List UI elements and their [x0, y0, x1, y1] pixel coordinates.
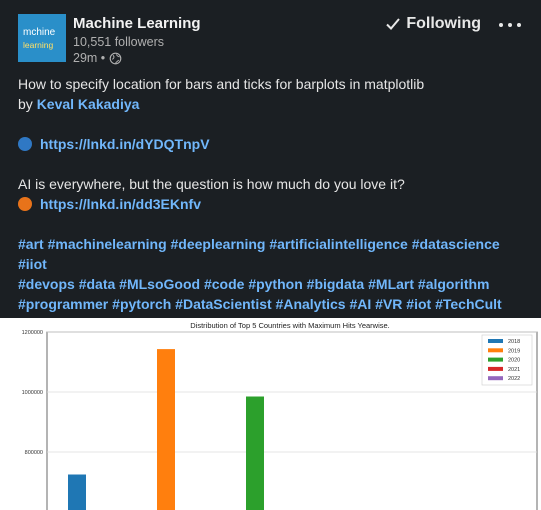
- ellipsis-dot-icon: [517, 23, 521, 27]
- hashtag-link[interactable]: #VR: [375, 296, 402, 312]
- hashtag-link[interactable]: #iiot: [18, 256, 47, 272]
- blue-circle-icon: [18, 137, 32, 151]
- ellipsis-dot-icon: [508, 23, 512, 27]
- hashtag-link[interactable]: #DataScientist: [175, 296, 271, 312]
- legend-label: 2022: [508, 376, 520, 382]
- hashtag-link[interactable]: #code: [204, 276, 244, 292]
- bar-2020: [246, 396, 264, 510]
- hashtag-line: #art #machinelearning #deeplearning #art…: [18, 234, 523, 274]
- legend-swatch: [488, 357, 503, 362]
- bar-chart: Distribution of Top 5 Countries with Max…: [22, 321, 538, 510]
- hashtag-link[interactable]: #MLsoGood: [119, 276, 200, 292]
- logo-text-top: mchine: [23, 27, 56, 38]
- ellipsis-dot-icon: [499, 23, 503, 27]
- post-line-link1: https://lnkd.in/dYDQTnpV: [18, 134, 523, 154]
- hashtag-link[interactable]: #artificialintelligence: [269, 236, 408, 252]
- hashtag-link[interactable]: #data: [79, 276, 116, 292]
- following-label: Following: [406, 15, 481, 32]
- follower-count: 10,551 followers: [73, 35, 165, 49]
- chart-grid: [46, 331, 538, 510]
- post-body: How to specify location for bars and tic…: [18, 74, 523, 334]
- hashtag-link[interactable]: #MLart: [368, 276, 414, 292]
- link-1[interactable]: https://lnkd.in/dYDQTnpV: [40, 136, 210, 152]
- hashtag-link[interactable]: #pytorch: [112, 296, 171, 312]
- post-line-question: AI is everywhere, but the question is ho…: [18, 176, 405, 192]
- machine-learning-logo-icon: mchine learning: [23, 27, 56, 50]
- legend-swatch: [488, 366, 503, 371]
- globe-icon: [109, 52, 122, 64]
- hashtag-link[interactable]: #machinelearning: [48, 236, 167, 252]
- following-button[interactable]: Following: [385, 15, 481, 33]
- post-card: mchine learning Machine Learning 10,551 …: [0, 0, 541, 510]
- legend-label: 2020: [508, 358, 520, 364]
- chart-bars: [68, 349, 264, 510]
- legend-swatch: [488, 348, 503, 353]
- post-image[interactable]: Distribution of Top 5 Countries with Max…: [0, 318, 541, 510]
- logo-text-bottom: learning: [23, 40, 54, 50]
- legend-label: 2021: [508, 367, 520, 373]
- hashtag-link[interactable]: #python: [248, 276, 302, 292]
- hashtag-link[interactable]: #art: [18, 236, 44, 252]
- y-axis-ticks: 12000001000000800000600000: [22, 330, 43, 456]
- hashtag-link[interactable]: #Analytics: [276, 296, 346, 312]
- post-line-link2: https://lnkd.in/dd3EKnfv: [18, 194, 523, 214]
- hashtag-link[interactable]: #algorithm: [418, 276, 490, 292]
- post-meta: 29m •: [73, 50, 201, 66]
- chart-title: Distribution of Top 5 Countries with Max…: [190, 321, 390, 330]
- chart-legend: 2018 2019 2020 2021 2022: [481, 334, 533, 386]
- legend-label: 2018: [508, 339, 520, 345]
- link-2[interactable]: https://lnkd.in/dd3EKnfv: [40, 196, 201, 212]
- hashtag-link[interactable]: #bigdata: [307, 276, 365, 292]
- post-line-title: How to specify location for bars and tic…: [18, 76, 425, 92]
- bar-2018: [68, 474, 86, 510]
- legend-swatch: [488, 376, 503, 381]
- legend-swatch: [488, 339, 503, 343]
- hashtag-link[interactable]: #deeplearning: [171, 236, 266, 252]
- post-time: 29m •: [73, 51, 106, 65]
- post-header: mchine learning Machine Learning 10,551 …: [18, 14, 523, 66]
- hashtag-link[interactable]: #TechCult: [435, 296, 502, 312]
- checkmark-icon: [386, 18, 401, 30]
- hashtag-link[interactable]: #AI: [349, 296, 371, 312]
- company-logo[interactable]: mchine learning: [18, 14, 66, 62]
- y-tick-label: 800000: [25, 450, 43, 456]
- orange-circle-icon: [18, 197, 32, 211]
- hashtag-link[interactable]: #devops: [18, 276, 75, 292]
- byline-prefix: by: [18, 96, 37, 112]
- author-name[interactable]: Machine Learning: [73, 15, 201, 33]
- legend-label: 2019: [508, 348, 520, 354]
- y-tick-label: 1000000: [22, 390, 43, 396]
- y-tick-label: 1200000: [22, 330, 43, 336]
- hashtag-link[interactable]: #datascience: [412, 236, 500, 252]
- author-info: Machine Learning 10,551 followers 29m •: [73, 14, 201, 66]
- hashtag-link[interactable]: #programmer: [18, 296, 108, 312]
- plot-frame: [46, 331, 538, 510]
- more-options-button[interactable]: [499, 16, 521, 34]
- post-line-byline: by Keval Kakadiya: [18, 94, 523, 114]
- bar-2019: [157, 349, 175, 510]
- hashtag-line: #devops #data #MLsoGood #code #python #b…: [18, 274, 523, 294]
- hashtag-line: #programmer #pytorch #DataScientist #Ana…: [18, 294, 523, 314]
- hashtag-link[interactable]: #iot: [406, 296, 431, 312]
- byline-author-link[interactable]: Keval Kakadiya: [37, 96, 140, 112]
